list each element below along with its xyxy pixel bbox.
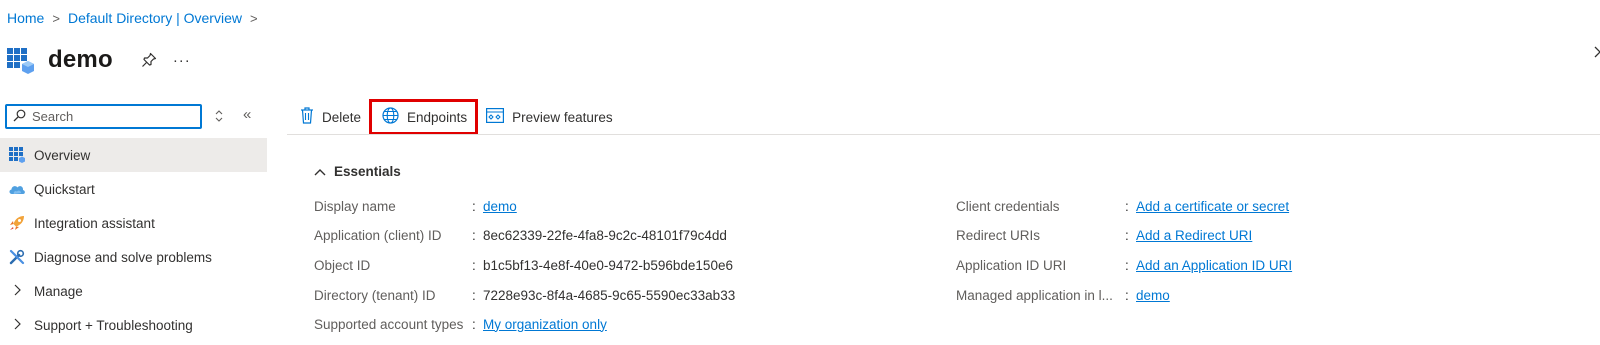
sidebar-item-overview[interactable]: Overview xyxy=(0,138,267,172)
sidebar-item-label: Manage xyxy=(34,283,83,299)
sidebar-item-manage[interactable]: Manage xyxy=(0,274,267,308)
chevron-up-icon xyxy=(314,164,334,179)
essentials-heading: Essentials xyxy=(334,164,401,179)
managed-app-link[interactable]: demo xyxy=(1136,288,1170,303)
essentials-colon: : xyxy=(1125,287,1129,303)
cloud-icon xyxy=(8,180,26,198)
breadcrumb-home-link[interactable]: Home xyxy=(7,10,44,26)
redirect-uri-link[interactable]: Add a Redirect URI xyxy=(1136,228,1252,243)
sort-icon[interactable] xyxy=(212,107,226,125)
essentials-colon: : xyxy=(472,198,476,214)
essentials-colon: : xyxy=(472,316,476,332)
essentials-row-redirect-uris: Redirect URIs : Add a Redirect URI xyxy=(956,225,1252,245)
object-id-value: b1c5bf13-4e8f-40e0-9472-b596bde150e6 xyxy=(483,257,733,273)
client-id-value: 8ec62339-22fe-4fa8-9c2c-48101f79c4dd xyxy=(483,227,727,243)
essentials-label: Redirect URIs xyxy=(956,227,1041,243)
command-bar: Delete Endpoints Preview features xyxy=(296,99,617,135)
preview-features-icon xyxy=(486,108,512,126)
close-icon[interactable] xyxy=(1592,44,1600,60)
app-registration-icon xyxy=(8,146,26,164)
wrench-icon xyxy=(8,248,26,266)
trash-icon xyxy=(300,107,322,127)
breadcrumb-directory-link[interactable]: Default Directory | Overview xyxy=(68,10,242,26)
essentials-label: Display name xyxy=(314,198,396,214)
essentials-row-managed-app: Managed application in l... : demo xyxy=(956,285,1170,305)
search-icon xyxy=(13,109,26,125)
sidebar-item-label: Diagnose and solve problems xyxy=(34,249,212,265)
sidebar-item-support[interactable]: Support + Troubleshooting xyxy=(0,308,267,342)
page-header: demo ··· xyxy=(7,38,191,82)
sidebar-search[interactable] xyxy=(5,104,202,129)
more-options-icon[interactable]: ··· xyxy=(173,52,191,69)
rocket-icon xyxy=(8,214,26,232)
essentials-row-app-id-uri: Application ID URI : Add an Application … xyxy=(956,255,1292,275)
collapse-sidebar-icon[interactable]: « xyxy=(243,106,251,123)
essentials-row-client-credentials: Client credentials : Add a certificate o… xyxy=(956,196,1289,216)
sidebar-nav: Overview Quickstart Integration assistan… xyxy=(0,138,267,342)
endpoints-label: Endpoints xyxy=(407,109,468,125)
preview-features-label: Preview features xyxy=(512,109,613,125)
toolbar-divider xyxy=(287,134,1600,135)
sidebar-item-label: Overview xyxy=(34,147,91,163)
breadcrumb-separator: > xyxy=(249,10,258,26)
essentials-row-client-id: Application (client) ID : 8ec62339-22fe-… xyxy=(314,225,727,245)
essentials-label: Client credentials xyxy=(956,198,1060,214)
sidebar-item-label: Integration assistant xyxy=(34,215,155,231)
tenant-id-value: 7228e93c-8f4a-4685-9c65-5590ec33ab33 xyxy=(483,287,736,303)
essentials-label: Application (client) ID xyxy=(314,227,442,243)
app-id-uri-link[interactable]: Add an Application ID URI xyxy=(1136,258,1292,273)
essentials-row-display-name: Display name : demo xyxy=(314,196,517,216)
essentials-label: Managed application in l... xyxy=(956,287,1113,303)
essentials-row-account-types: Supported account types : My organizatio… xyxy=(314,314,607,334)
essentials-colon: : xyxy=(472,227,476,243)
sidebar-item-quickstart[interactable]: Quickstart xyxy=(0,172,267,206)
breadcrumb-separator: > xyxy=(52,10,60,26)
essentials-label: Directory (tenant) ID xyxy=(314,287,436,303)
account-types-link[interactable]: My organization only xyxy=(483,317,607,332)
sidebar-item-label: Support + Troubleshooting xyxy=(34,317,193,333)
client-credentials-link[interactable]: Add a certificate or secret xyxy=(1136,199,1289,214)
search-input[interactable] xyxy=(32,109,192,124)
chevron-right-icon xyxy=(8,284,26,299)
sidebar-item-label: Quickstart xyxy=(34,181,95,197)
essentials-colon: : xyxy=(472,287,476,303)
preview-features-button[interactable]: Preview features xyxy=(482,101,617,133)
essentials-colon: : xyxy=(1125,227,1129,243)
delete-button[interactable]: Delete xyxy=(296,101,365,133)
endpoints-button[interactable]: Endpoints xyxy=(369,99,479,135)
essentials-label: Supported account types xyxy=(314,316,464,332)
sidebar-item-integration-assistant[interactable]: Integration assistant xyxy=(0,206,267,240)
breadcrumb: Home > Default Directory | Overview > xyxy=(7,10,266,26)
essentials-label: Object ID xyxy=(314,257,371,273)
sidebar-item-diagnose[interactable]: Diagnose and solve problems xyxy=(0,240,267,274)
display-name-link[interactable]: demo xyxy=(483,199,517,214)
essentials-toggle[interactable]: Essentials xyxy=(314,164,401,179)
essentials-colon: : xyxy=(472,257,476,273)
essentials-colon: : xyxy=(1125,198,1129,214)
essentials-row-tenant-id: Directory (tenant) ID : 7228e93c-8f4a-46… xyxy=(314,285,735,305)
globe-icon xyxy=(382,107,407,127)
essentials-label: Application ID URI xyxy=(956,257,1067,273)
essentials-colon: : xyxy=(1125,257,1129,273)
pin-icon[interactable] xyxy=(139,50,159,70)
app-registration-icon xyxy=(7,48,35,82)
page-title: demo xyxy=(48,46,113,73)
chevron-right-icon xyxy=(8,318,26,333)
delete-label: Delete xyxy=(322,109,362,125)
essentials-row-object-id: Object ID : b1c5bf13-4e8f-40e0-9472-b596… xyxy=(314,255,733,275)
